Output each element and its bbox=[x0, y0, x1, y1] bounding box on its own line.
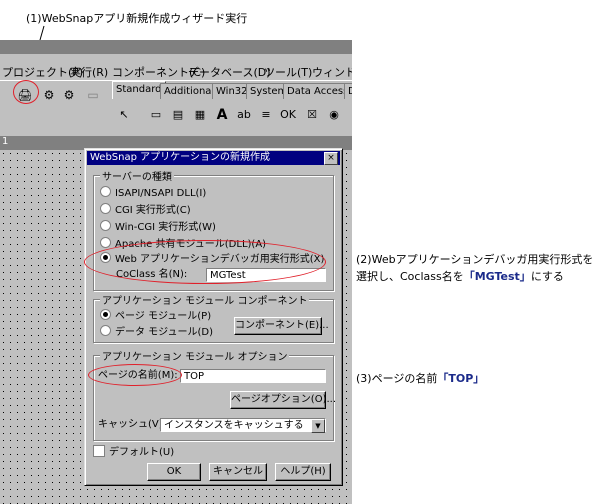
page-name-input[interactable]: TOP bbox=[180, 369, 326, 383]
cache-label: キャッシュ(V): bbox=[98, 419, 167, 430]
pointer-icon[interactable]: ↖ bbox=[114, 105, 134, 125]
annotation-step2-text: 選択し、Coclass名を bbox=[356, 270, 464, 283]
menu-run[interactable]: 実行(R) bbox=[70, 64, 108, 80]
radio-isapi[interactable]: ISAPI/NSAPI DLL(I) bbox=[100, 186, 206, 200]
server-type-label: サーバーの種類 bbox=[100, 168, 174, 183]
radio-win-cgi-label: Win-CGI 実行形式(W) bbox=[115, 222, 216, 233]
chevron-down-icon[interactable]: ▼ bbox=[311, 419, 325, 433]
radiobutton-icon[interactable]: ◉ bbox=[324, 105, 344, 125]
frame-icon[interactable]: ▭ bbox=[146, 105, 166, 125]
radio-page-module[interactable]: ページ モジュール(P) bbox=[100, 309, 211, 323]
component-button[interactable]: コンポーネント(E)... bbox=[234, 317, 329, 335]
websnap-data-module-icon[interactable]: ⚙ bbox=[60, 86, 78, 104]
annotation-step3: (3)ページの名前「TOP」 bbox=[356, 370, 484, 386]
default-checkbox[interactable]: デフォルト(U) bbox=[93, 445, 174, 460]
annotation-step2-line1: (2)Webアプリケーションデバッガ用実行形式を bbox=[356, 253, 594, 266]
annotation-step2-line2: 選択し、Coclass名を「MGTest」にする bbox=[356, 268, 564, 284]
toolbar-disabled-icon[interactable]: ▭ bbox=[84, 86, 102, 104]
radio-page-module-label: ページ モジュール(P) bbox=[115, 311, 212, 322]
cancel-button[interactable]: キャンセル bbox=[209, 463, 267, 481]
checkbox-icon[interactable]: ☒ bbox=[302, 105, 322, 125]
tab-data-access[interactable]: Data Access bbox=[283, 83, 352, 99]
highlight-oval-page-name bbox=[88, 364, 182, 386]
listbox-icon[interactable]: ▯ bbox=[344, 105, 352, 125]
mainmenu-icon[interactable]: ▤ bbox=[168, 105, 188, 125]
dialog-title-bar: WebSnap アプリケーションの新規作成 × bbox=[87, 151, 340, 165]
module-options-label: アプリケーション モジュール オプション bbox=[100, 348, 290, 363]
default-checkbox-box[interactable] bbox=[93, 445, 105, 457]
default-checkbox-label: デフォルト(U) bbox=[109, 447, 175, 458]
label-icon[interactable]: A bbox=[212, 105, 232, 125]
annotation-step2-suffix: にする bbox=[530, 270, 564, 283]
palette-tabs: Standard Additional Win32 System Data Ac… bbox=[112, 81, 352, 101]
tab-additional[interactable]: Additional bbox=[160, 83, 219, 99]
menu-window[interactable]: ウィンドウ bbox=[312, 64, 352, 80]
radio-cgi-label: CGI 実行形式(C) bbox=[115, 205, 191, 216]
radio-data-module-label: データ モジュール(D) bbox=[115, 327, 213, 338]
memo-icon[interactable]: ≡ bbox=[256, 105, 276, 125]
dialog-title: WebSnap アプリケーションの新規作成 bbox=[90, 152, 270, 163]
help-button[interactable]: ヘルプ(H) bbox=[275, 463, 331, 481]
page-options-button[interactable]: ページオプション(O)... bbox=[230, 391, 336, 409]
menu-tools[interactable]: ツール(T) bbox=[264, 64, 312, 80]
websnap-module-icon[interactable]: ⚙ bbox=[40, 86, 58, 104]
module-component-label: アプリケーション モジュール コンポーネント bbox=[100, 292, 310, 307]
edit-icon[interactable]: ab bbox=[234, 105, 254, 125]
close-icon[interactable]: × bbox=[324, 152, 338, 165]
radio-isapi-label: ISAPI/NSAPI DLL(I) bbox=[115, 188, 207, 199]
menu-bar: プロジェクト(P) 実行(R) コンポーネント(C) データベース(D) ツール… bbox=[0, 62, 352, 80]
radio-win-cgi[interactable]: Win-CGI 実行形式(W) bbox=[100, 220, 216, 234]
form-caption: 1 bbox=[2, 136, 9, 147]
tab-standard[interactable]: Standard bbox=[112, 81, 166, 99]
annotation-step3-text: (3)ページの名前 bbox=[356, 372, 438, 385]
radio-data-module[interactable]: データ モジュール(D) bbox=[100, 325, 213, 339]
button-icon[interactable]: OK bbox=[278, 105, 298, 125]
cache-select-value: インスタンスをキャッシュする bbox=[164, 420, 304, 431]
ide-title-strip bbox=[0, 40, 352, 54]
menu-database[interactable]: データベース(D) bbox=[188, 64, 271, 80]
websnap-new-app-dialog: WebSnap アプリケーションの新規作成 × サーバーの種類 ISAPI/NS… bbox=[84, 148, 343, 486]
annotation-step2-highlight: 「MGTest」 bbox=[463, 270, 531, 283]
toolbar: 🖨 ⚙ ⚙ ▭ Standard Additional Win32 System… bbox=[0, 80, 352, 137]
popupmenu-icon[interactable]: ▦ bbox=[190, 105, 210, 125]
radio-cgi[interactable]: CGI 実行形式(C) bbox=[100, 203, 191, 217]
annotation-step3-highlight: 「TOP」 bbox=[437, 372, 485, 385]
module-component-group: アプリケーション モジュール コンポーネント ページ モジュール(P) データ … bbox=[93, 292, 334, 343]
cache-select[interactable]: インスタンスをキャッシュする ▼ bbox=[160, 418, 326, 433]
highlight-oval-toolbar bbox=[13, 80, 39, 104]
tab-more[interactable]: D bbox=[344, 83, 352, 99]
ok-button[interactable]: OK bbox=[147, 463, 201, 481]
highlight-oval-debugger bbox=[84, 240, 326, 284]
